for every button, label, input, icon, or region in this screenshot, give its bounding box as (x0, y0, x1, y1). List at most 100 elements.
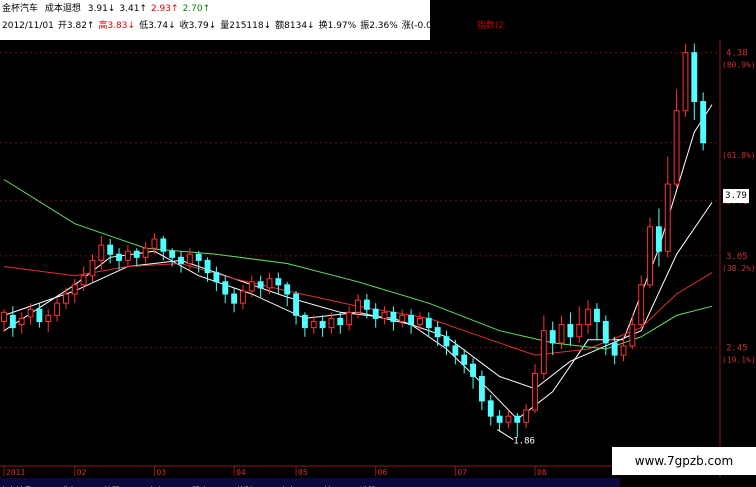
candle-body (231, 293, 238, 304)
candle-body (567, 324, 574, 338)
cost-value: 3.91↓ (87, 4, 116, 14)
candle-body (443, 336, 450, 347)
quote-field: 低3.74↓ (139, 21, 176, 31)
candle-body (478, 375, 485, 402)
stock-chart-window: 4.38(80.9%)(61.8%)3.413.05(38.2%)2.45(19… (0, 0, 756, 487)
candle-body (89, 259, 96, 277)
candle-body (142, 247, 149, 258)
candle-body (248, 281, 255, 292)
candle-body (611, 342, 618, 356)
cost-value: 2.70↑ (182, 4, 211, 14)
candle-body (45, 314, 52, 322)
current-price-tag: 3.79 (723, 189, 749, 203)
cost-value: 2.93↑ (150, 4, 179, 14)
candle-body (647, 226, 653, 286)
candle-body (496, 415, 503, 423)
candle-body (487, 400, 494, 417)
candle-body (363, 299, 370, 310)
x-tick-label: 06 (378, 468, 388, 477)
candle-body (151, 238, 158, 249)
candle-body (310, 320, 317, 329)
x-tick-label: 05 (298, 468, 308, 477)
candle-body (576, 324, 583, 338)
candle-body (408, 314, 415, 326)
candle-body (655, 226, 662, 252)
candle-body (532, 372, 538, 411)
candle-body (523, 409, 530, 423)
candle-body (160, 238, 167, 252)
candle-body (638, 284, 645, 326)
candle-body (417, 317, 423, 326)
candle-body (664, 183, 671, 252)
candle-body (381, 311, 388, 319)
quote-field: 振2.36% (360, 21, 398, 31)
candle-body (169, 250, 176, 258)
candle-body (434, 327, 441, 338)
quote-field: 指数(2 (476, 21, 505, 31)
candle-body (1, 311, 7, 322)
quote-field: 换1.97% (318, 21, 357, 31)
stock-name: 金杯汽车 (2, 4, 39, 14)
candle-body (63, 293, 69, 304)
indicator-row: 金杯汽车 成本迴想 3.91↓ 3.41↑ 2.93↑ 2.70↑ (2, 3, 218, 15)
candle-body (452, 345, 459, 356)
candle-body (585, 308, 592, 326)
candle-body (399, 314, 406, 322)
cost-values: 3.91↓ 3.41↑ 2.93↑ 2.70↑ (88, 4, 214, 14)
quote-info-bar: 金杯汽车 成本迴想 3.91↓ 3.41↑ 2.93↑ 2.70↑ 2012/11/0… (0, 0, 504, 40)
indicator-name: 成本迴想 (44, 4, 81, 14)
candle-body (629, 324, 636, 347)
candle-body (195, 253, 202, 261)
candle-body (372, 308, 379, 319)
candle-body (470, 363, 476, 377)
candle-body (390, 311, 397, 322)
candle-body (514, 415, 521, 423)
candle-body (266, 278, 273, 289)
y-tick-label: 2.45 (726, 343, 748, 353)
quote-field: 额8134↓ (275, 21, 315, 31)
quote-field: 量215118↓ (220, 21, 272, 31)
y-tick-label: 3.05 (726, 252, 748, 262)
candle-body (98, 244, 105, 261)
candle-body (540, 330, 547, 374)
candle-body (682, 52, 689, 112)
candle-body (36, 308, 43, 322)
candle-body (204, 259, 211, 274)
candle-body (116, 253, 122, 261)
candle-body (9, 314, 16, 329)
candle-body (124, 250, 131, 261)
candle-body (186, 253, 193, 264)
candle-body (549, 330, 556, 344)
candle-body (425, 317, 432, 329)
candle-body (355, 299, 361, 313)
candle-body (178, 256, 184, 264)
candle-body (71, 284, 78, 295)
x-tick-label: 2011 (6, 468, 25, 477)
indicator-tabs-bar: 主力控盘成本筹码主力跟庄获利主力控选股 (0, 478, 620, 487)
candle-body (558, 324, 565, 344)
quote-field: 涨(-0.03)-0.79% (401, 21, 473, 31)
watermark: www.7gpzb.com (612, 447, 756, 475)
x-tick-label: 04 (236, 468, 246, 477)
candle-body (27, 308, 34, 318)
y-tick-pct-label: (19.1%) (722, 355, 756, 364)
candle-body (240, 290, 246, 304)
candle-body (293, 293, 299, 316)
candle-body (284, 284, 291, 295)
candle-body (275, 278, 282, 286)
x-tick-label: 07 (457, 468, 467, 477)
candle-body (133, 250, 140, 258)
x-tick-label: 08 (537, 468, 547, 477)
candle-body (18, 317, 25, 326)
candle-body (691, 52, 698, 103)
candle-body (257, 281, 264, 289)
candle-body (594, 308, 600, 322)
x-tick-label: 03 (156, 468, 166, 477)
candle-body (346, 311, 353, 326)
candle-body (505, 415, 512, 423)
candle-body (337, 317, 344, 326)
cost-value: 3.41↑ (119, 4, 147, 14)
candlestick-chart[interactable]: 4.38(80.9%)(61.8%)3.413.05(38.2%)2.45(19… (0, 0, 756, 487)
quote-field: 高3.83↓ (98, 21, 136, 31)
y-tick-label: 4.38 (726, 49, 748, 59)
